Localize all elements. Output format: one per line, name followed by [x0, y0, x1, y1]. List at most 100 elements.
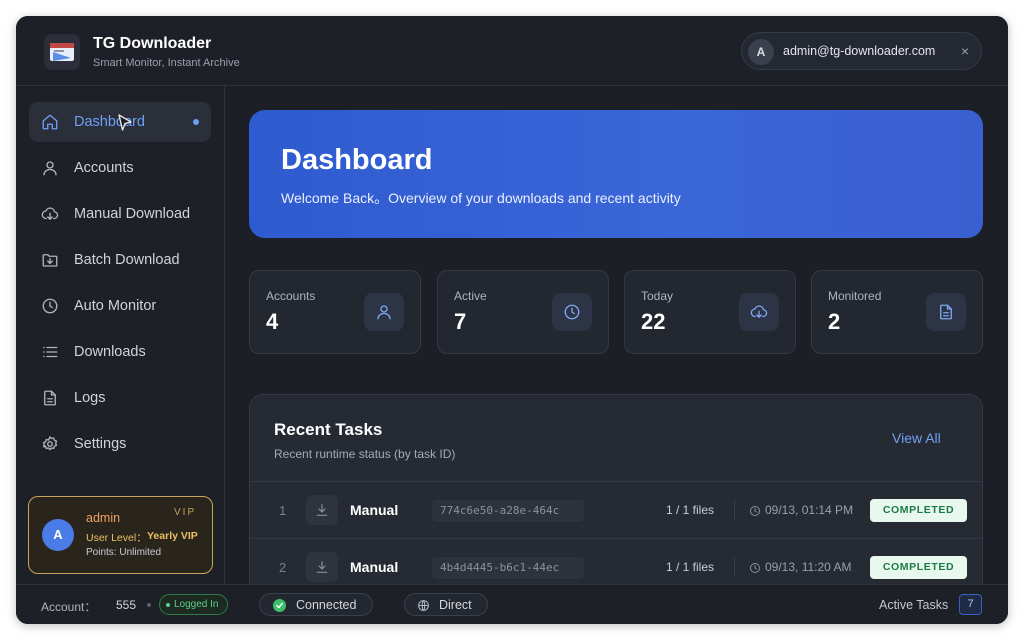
stat-label: Monitored [828, 289, 882, 303]
sidebar: Dashboard Accounts Manual Download Batch… [16, 86, 225, 584]
sidebar-item-label: Dashboard [74, 114, 145, 130]
app-logo-icon [44, 34, 80, 70]
login-status-text: Logged In [174, 599, 219, 610]
task-id: 774c6e50-a28e-464c [432, 500, 584, 522]
stat-label: Today [641, 289, 674, 303]
view-all-link[interactable]: View All [892, 430, 941, 446]
profile-name: admin [86, 511, 121, 525]
task-type: Manual [350, 559, 399, 575]
table-row[interactable]: 1 Manual 774c6e50-a28e-464c 1 / 1 files … [250, 481, 982, 538]
app-subtitle: Smart Monitor, Instant Archive [93, 57, 240, 69]
check-circle-icon [273, 599, 286, 612]
stat-card-today: Today 22 [624, 270, 796, 354]
task-files: 1 / 1 files [666, 560, 715, 574]
stat-label: Accounts [266, 289, 316, 303]
stat-card-accounts: Accounts 4 [249, 270, 421, 354]
status-badge: COMPLETED [870, 556, 967, 579]
user-menu[interactable]: A admin@tg-downloader.com × [741, 32, 982, 70]
file-text-icon [926, 293, 966, 331]
list-icon [41, 343, 59, 361]
account-value: 555 [116, 598, 137, 612]
task-type: Manual [350, 502, 399, 518]
user-icon [41, 159, 59, 177]
app-title: TG Downloader [93, 35, 212, 52]
login-status-badge: Logged In [159, 594, 228, 615]
section-title: Recent Tasks [274, 420, 383, 439]
stat-value: 4 [266, 309, 279, 334]
row-number: 2 [279, 560, 287, 575]
home-icon [41, 113, 59, 131]
sidebar-item-label: Auto Monitor [74, 298, 157, 314]
user-avatar: A [748, 39, 774, 65]
sidebar-item-accounts[interactable]: Accounts [29, 148, 211, 188]
clock-icon [552, 293, 592, 331]
task-time: 09/13, 11:20 AM [765, 560, 852, 574]
divider [734, 557, 735, 577]
task-time: 09/13, 01:14 PM [765, 503, 854, 517]
user-level-value: Yearly VIP [147, 530, 198, 542]
folder-download-icon [41, 251, 59, 269]
table-row[interactable]: 2 Manual 4b4d4445-b6c1-44ec 1 / 1 files … [250, 538, 982, 584]
connection-status[interactable]: Connected [259, 593, 373, 616]
user-email: admin@tg-downloader.com [783, 44, 936, 58]
section-subtitle: Recent runtime status (by task ID) [274, 447, 456, 461]
globe-icon [417, 599, 430, 612]
clock-icon [749, 504, 761, 516]
sidebar-item-settings[interactable]: Settings [29, 424, 211, 464]
stat-card-monitored: Monitored 2 [811, 270, 983, 354]
user-icon [364, 293, 404, 331]
app-window: TG Downloader Smart Monitor, Instant Arc… [16, 16, 1008, 624]
clock-icon [41, 297, 59, 315]
vip-badge: VIP [174, 507, 197, 518]
stat-value: 22 [641, 309, 666, 334]
avatar: A [42, 519, 74, 551]
download-icon [306, 495, 338, 525]
close-icon[interactable]: × [957, 42, 973, 60]
sidebar-item-logs[interactable]: Logs [29, 378, 211, 418]
sidebar-item-label: Logs [74, 390, 106, 406]
cloud-download-icon [41, 205, 59, 223]
sidebar-item-batch-download[interactable]: Batch Download [29, 240, 211, 280]
file-text-icon [41, 389, 59, 407]
account-label: Account： [41, 600, 97, 614]
gear-icon [41, 435, 59, 453]
user-profile-card[interactable]: A admin VIP User Level： Yearly VIP Point… [28, 496, 213, 574]
task-id: 4b4d4445-b6c1-44ec [432, 557, 584, 579]
points-text: Points: Unlimited [86, 547, 162, 558]
sidebar-item-auto-monitor[interactable]: Auto Monitor [29, 286, 211, 326]
row-number: 1 [279, 503, 287, 518]
sidebar-item-dashboard[interactable]: Dashboard [29, 102, 211, 142]
status-badge: COMPLETED [870, 499, 967, 522]
stat-value: 7 [454, 309, 467, 334]
connection-status-text: Connected [296, 598, 357, 612]
task-files: 1 / 1 files [666, 503, 715, 517]
sidebar-item-label: Downloads [74, 344, 146, 360]
active-tasks-count[interactable]: 7 [959, 594, 982, 615]
download-icon [306, 552, 338, 582]
sidebar-item-label: Batch Download [74, 252, 180, 268]
sidebar-item-label: Manual Download [74, 206, 191, 222]
status-dot-icon [166, 603, 170, 607]
divider [734, 500, 735, 520]
active-tasks-label: Active Tasks [879, 598, 949, 612]
main-content: Dashboard Welcome Back。Overview of your … [226, 86, 1008, 584]
sidebar-item-manual-download[interactable]: Manual Download [29, 194, 211, 234]
network-mode[interactable]: Direct [404, 593, 488, 616]
status-bar: Account： 555 Logged In Connected Direct … [16, 584, 1008, 624]
recent-tasks-panel: Recent Tasks Recent runtime status (by t… [249, 394, 983, 584]
stat-label: Active [454, 289, 487, 303]
page-subtitle: Welcome Back。Overview of your downloads … [281, 190, 681, 206]
welcome-banner: Dashboard Welcome Back。Overview of your … [249, 110, 983, 238]
clock-icon [749, 561, 761, 573]
mouse-cursor-icon [117, 114, 133, 132]
sidebar-item-downloads[interactable]: Downloads [29, 332, 211, 372]
stat-value: 2 [828, 309, 841, 334]
active-indicator [193, 119, 199, 125]
page-title: Dashboard [281, 144, 433, 176]
user-level-label: User Level： [86, 532, 147, 544]
app-header: TG Downloader Smart Monitor, Instant Arc… [16, 16, 1008, 86]
separator-dot [147, 603, 151, 607]
stat-card-active: Active 7 [437, 270, 609, 354]
sidebar-item-label: Settings [74, 436, 127, 452]
network-mode-text: Direct [439, 598, 472, 612]
